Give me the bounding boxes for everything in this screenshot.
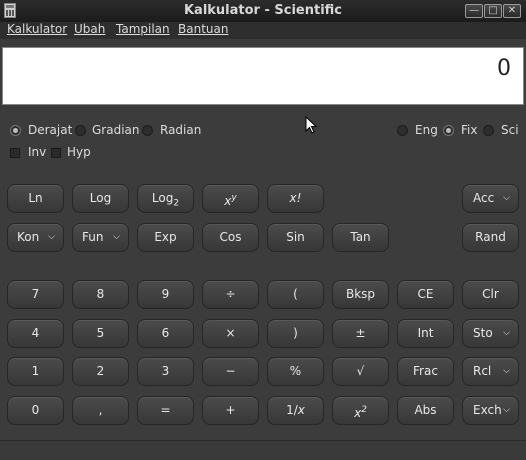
tan-button[interactable]: Tan [332, 223, 389, 252]
fun-button[interactable]: Fun ⌵ [72, 223, 129, 252]
inv-checkbox[interactable] [10, 148, 20, 158]
minus-button[interactable]: − [202, 357, 259, 386]
radio-eng[interactable] [397, 125, 408, 136]
sto-button[interactable]: Sto ⌵ [462, 319, 519, 348]
kon-button[interactable]: Kon ⌵ [7, 223, 64, 252]
maximize-button[interactable]: □ [484, 4, 502, 18]
digit-2-button[interactable]: 2 [72, 357, 129, 386]
cos-button[interactable]: Cos [202, 223, 259, 252]
label-inv[interactable]: Inv [28, 145, 46, 159]
digit-9-button[interactable]: 9 [137, 280, 194, 309]
kon-label: Kon [17, 230, 40, 244]
label-eng[interactable]: Eng [415, 123, 438, 137]
chevron-down-icon: ⌵ [113, 232, 120, 242]
factorial-button[interactable]: x! [267, 184, 324, 213]
digit-0-button[interactable]: 0 [7, 396, 64, 425]
display-value: 0 [497, 56, 511, 81]
result-display: 0 [2, 47, 524, 105]
clear-button[interactable]: Clr [462, 280, 519, 309]
title-bar: Kalkulator - Scientific — □ ✕ [0, 0, 526, 22]
radio-gradian[interactable] [75, 125, 86, 136]
plus-minus-button[interactable]: ± [332, 319, 389, 348]
label-hyp[interactable]: Hyp [67, 145, 91, 159]
square-sup: 2 [361, 405, 367, 415]
exch-button[interactable]: Exch ⌵ [462, 396, 519, 425]
acc-button[interactable]: Acc ⌵ [462, 184, 519, 213]
digit-6-button[interactable]: 6 [137, 319, 194, 348]
percent-button[interactable]: % [267, 357, 324, 386]
digit-4-button[interactable]: 4 [7, 319, 64, 348]
close-paren-button[interactable]: ) [267, 319, 324, 348]
digit-8-button[interactable]: 8 [72, 280, 129, 309]
digit-1-button[interactable]: 1 [7, 357, 64, 386]
rcl-button[interactable]: Rcl ⌵ [462, 357, 519, 386]
divide-button[interactable]: ÷ [202, 280, 259, 309]
chevron-down-icon: ⌵ [503, 193, 510, 203]
log2-base: Log [151, 191, 174, 205]
menu-bantuan[interactable]: Bantuan [178, 22, 228, 36]
mouse-pointer-icon [305, 116, 317, 134]
reciprocal-num: 1/ [286, 403, 298, 417]
chevron-down-icon: ⌵ [503, 328, 510, 338]
exch-label: Exch [473, 403, 502, 417]
log-button[interactable]: Log [72, 184, 129, 213]
acc-label: Acc [473, 191, 495, 205]
backspace-button[interactable]: Bksp [332, 280, 389, 309]
sqrt-button[interactable]: √ [332, 357, 389, 386]
menu-bar: Kalkulator Ubah Tampilan Bantuan [0, 22, 526, 39]
log2-sub: 2 [173, 198, 180, 209]
open-paren-button[interactable]: ( [267, 280, 324, 309]
chevron-down-icon: ⌵ [503, 405, 510, 415]
sin-button[interactable]: Sin [267, 223, 324, 252]
power-sup: y [231, 193, 237, 203]
sto-label: Sto [473, 326, 493, 340]
digit-5-button[interactable]: 5 [72, 319, 129, 348]
hyp-checkbox[interactable] [51, 148, 61, 158]
menu-tampilan[interactable]: Tampilan [116, 22, 170, 36]
radio-radian[interactable] [142, 125, 153, 136]
label-derajat[interactable]: Derajat [28, 123, 72, 137]
rand-button[interactable]: Rand [462, 223, 519, 252]
abs-button[interactable]: Abs [397, 396, 454, 425]
plus-button[interactable]: + [202, 396, 259, 425]
radio-sci[interactable] [483, 125, 494, 136]
frac-button[interactable]: Frac [397, 357, 454, 386]
label-radian[interactable]: Radian [160, 123, 201, 137]
int-button[interactable]: Int [397, 319, 454, 348]
equals-button[interactable]: = [137, 396, 194, 425]
decimal-comma-button[interactable]: , [72, 396, 129, 425]
square-button[interactable]: x2 [332, 396, 389, 425]
exp-button[interactable]: Exp [137, 223, 194, 252]
digit-7-button[interactable]: 7 [7, 280, 64, 309]
window-title: Kalkulator - Scientific [183, 3, 343, 18]
label-sci[interactable]: Sci [501, 123, 519, 137]
log2-button[interactable]: Log2 [137, 184, 194, 213]
label-gradian[interactable]: Gradian [92, 123, 140, 137]
status-bar [0, 440, 526, 460]
close-button[interactable]: ✕ [503, 4, 521, 18]
reciprocal-x: x [297, 403, 305, 417]
digit-3-button[interactable]: 3 [137, 357, 194, 386]
menu-kalkulator[interactable]: Kalkulator [7, 22, 67, 36]
fun-label: Fun [82, 230, 104, 244]
chevron-down-icon: ⌵ [503, 366, 510, 376]
reciprocal-button[interactable]: 1/x [267, 396, 324, 425]
minimize-button[interactable]: — [465, 4, 483, 18]
power-button[interactable]: xy [202, 184, 259, 213]
ln-button[interactable]: Ln [7, 184, 64, 213]
radio-derajat[interactable] [10, 125, 21, 136]
menu-ubah[interactable]: Ubah [74, 22, 105, 36]
chevron-down-icon: ⌵ [48, 232, 55, 242]
rcl-label: Rcl [473, 364, 492, 378]
clear-entry-button[interactable]: CE [397, 280, 454, 309]
multiply-button[interactable]: × [202, 319, 259, 348]
label-fix[interactable]: Fix [461, 123, 477, 137]
radio-fix[interactable] [443, 125, 454, 136]
